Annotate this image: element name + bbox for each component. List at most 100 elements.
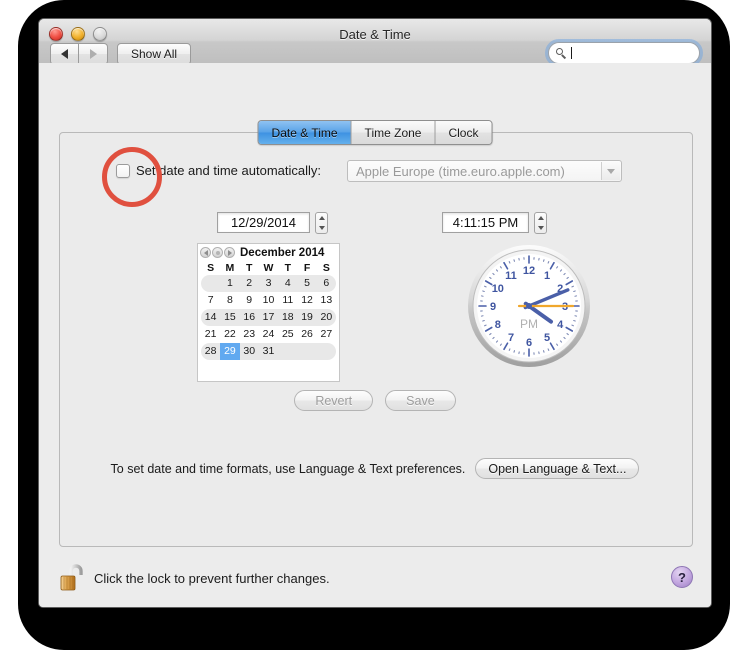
calendar-day bbox=[278, 343, 297, 360]
calendar-weekday: S bbox=[322, 262, 330, 274]
calendar-day[interactable]: 20 bbox=[317, 309, 336, 326]
calendar-day[interactable]: 8 bbox=[220, 292, 239, 309]
calendar-day[interactable]: 16 bbox=[240, 309, 259, 326]
calendar-day[interactable]: 13 bbox=[317, 292, 336, 309]
calendar-day[interactable]: 25 bbox=[278, 326, 297, 343]
formats-description: To set date and time formats, use Langua… bbox=[110, 461, 466, 476]
calendar-day[interactable]: 27 bbox=[317, 326, 336, 343]
tab-date-time-label: Date & Time bbox=[271, 125, 338, 140]
calendar-day[interactable]: 30 bbox=[240, 343, 259, 360]
calendar-day[interactable]: 5 bbox=[297, 275, 316, 292]
calendar-days-grid: 1 2 3 4 5 6 7 8 9 10 11 12 13 14 15 16 17 18 19 20 21 22 23 24 2… bbox=[198, 275, 339, 360]
svg-text:7: 7 bbox=[508, 332, 514, 344]
calendar-day[interactable]: 14 bbox=[201, 309, 220, 326]
time-server-dropdown[interactable]: Apple Europe (time.euro.apple.com) bbox=[347, 160, 622, 182]
search-icon bbox=[556, 47, 567, 59]
calendar-day[interactable]: 7 bbox=[201, 292, 220, 309]
tab-time-zone[interactable]: Time Zone bbox=[351, 121, 436, 144]
stepper-down-icon[interactable] bbox=[318, 226, 325, 230]
calendar-month-label: December 2014 bbox=[240, 246, 325, 259]
prev-month-button[interactable] bbox=[200, 247, 211, 258]
open-language-text-label: Open Language & Text... bbox=[488, 461, 627, 476]
today-button[interactable] bbox=[212, 247, 223, 258]
calendar-day[interactable]: 21 bbox=[201, 326, 220, 343]
stepper-up-icon[interactable] bbox=[318, 216, 325, 220]
save-button[interactable]: Save bbox=[385, 390, 456, 411]
svg-text:12: 12 bbox=[523, 265, 535, 277]
show-all-button[interactable]: Show All bbox=[117, 43, 192, 65]
show-all-label: Show All bbox=[131, 47, 178, 61]
chevron-right-icon bbox=[89, 49, 97, 59]
svg-text:8: 8 bbox=[495, 319, 501, 331]
calendar-header: December 2014 bbox=[198, 244, 339, 261]
date-stepper[interactable] bbox=[315, 212, 328, 234]
next-month-button[interactable] bbox=[224, 247, 235, 258]
calendar-weekday-header: SMTWTFS bbox=[198, 261, 339, 275]
svg-text:10: 10 bbox=[492, 283, 504, 295]
stepper-down-icon[interactable] bbox=[537, 226, 544, 230]
calendar-day[interactable]: 10 bbox=[259, 292, 278, 309]
revert-label: Revert bbox=[315, 393, 353, 408]
text-cursor bbox=[571, 47, 572, 59]
calendar-day[interactable]: 9 bbox=[240, 292, 259, 309]
calendar-widget[interactable]: December 2014 SMTWTFS 1 2 3 4 5 6 7 8 9 10 11 12 13 1… bbox=[197, 243, 340, 382]
date-input[interactable]: 12/29/2014 bbox=[217, 212, 310, 233]
navigation-buttons bbox=[50, 43, 108, 65]
time-stepper[interactable] bbox=[534, 212, 547, 234]
preferences-content: Date & Time Time Zone Clock Set date and… bbox=[39, 63, 711, 607]
calendar-day[interactable]: 4 bbox=[278, 275, 297, 292]
calendar-day-selected[interactable]: 29 bbox=[220, 343, 240, 360]
calendar-day[interactable]: 24 bbox=[259, 326, 278, 343]
svg-text:1: 1 bbox=[544, 270, 550, 282]
svg-text:9: 9 bbox=[490, 301, 496, 313]
screen: Date & Time Show All Date & Time Time Zo… bbox=[0, 0, 748, 664]
calendar-day[interactable]: 18 bbox=[278, 309, 297, 326]
calendar-weekday: T bbox=[245, 262, 253, 274]
calendar-day[interactable]: 2 bbox=[240, 275, 259, 292]
stepper-up-icon[interactable] bbox=[537, 216, 544, 220]
calendar-weekday: F bbox=[303, 262, 311, 274]
calendar-day[interactable]: 11 bbox=[278, 292, 297, 309]
calendar-day[interactable]: 23 bbox=[240, 326, 259, 343]
calendar-day[interactable]: 15 bbox=[220, 309, 239, 326]
svg-text:4: 4 bbox=[557, 319, 564, 331]
calendar-day[interactable]: 31 bbox=[259, 343, 278, 360]
open-language-text-button[interactable]: Open Language & Text... bbox=[475, 458, 640, 479]
calendar-day[interactable]: 1 bbox=[220, 275, 239, 292]
date-value: 12/29/2014 bbox=[230, 215, 297, 230]
calendar-day[interactable]: 28 bbox=[201, 343, 220, 360]
calendar-day[interactable]: 22 bbox=[220, 326, 239, 343]
save-label: Save bbox=[406, 393, 435, 408]
search-input[interactable] bbox=[548, 42, 700, 64]
forward-button[interactable] bbox=[79, 43, 108, 65]
calendar-day[interactable]: 12 bbox=[297, 292, 316, 309]
chevron-down-icon bbox=[607, 168, 615, 174]
unlocked-padlock-icon[interactable] bbox=[57, 563, 87, 593]
dropdown-button[interactable] bbox=[601, 162, 620, 180]
tab-time-zone-label: Time Zone bbox=[364, 125, 422, 140]
tab-bar: Date & Time Time Zone Clock bbox=[257, 120, 493, 145]
calendar-day[interactable]: 6 bbox=[317, 275, 336, 292]
tab-date-time[interactable]: Date & Time bbox=[258, 121, 352, 144]
calendar-day[interactable]: 17 bbox=[259, 309, 278, 326]
action-buttons: Revert Save bbox=[39, 390, 711, 411]
back-button[interactable] bbox=[50, 43, 79, 65]
svg-text:6: 6 bbox=[526, 337, 532, 349]
set-date-time-automatically-label: Set date and time automatically: bbox=[136, 163, 321, 178]
help-button[interactable]: ? bbox=[671, 566, 693, 588]
calendar-day bbox=[317, 343, 336, 360]
date-time-preferences-window: Date & Time Show All Date & Time Time Zo… bbox=[38, 18, 712, 608]
revert-button[interactable]: Revert bbox=[294, 390, 374, 411]
time-input[interactable]: 4:11:15 PM bbox=[442, 212, 529, 233]
calendar-day[interactable]: 26 bbox=[297, 326, 316, 343]
svg-text:PM: PM bbox=[520, 317, 538, 331]
calendar-weekday: M bbox=[225, 262, 235, 274]
analog-clock: 121234567891011PM bbox=[466, 243, 592, 369]
calendar-weekday: T bbox=[284, 262, 291, 274]
calendar-day[interactable]: 19 bbox=[297, 309, 316, 326]
calendar-nav bbox=[200, 247, 235, 258]
tab-clock[interactable]: Clock bbox=[435, 121, 492, 144]
lock-row: Click the lock to prevent further change… bbox=[57, 563, 330, 593]
formats-row: To set date and time formats, use Langua… bbox=[39, 458, 711, 479]
calendar-day[interactable]: 3 bbox=[259, 275, 278, 292]
